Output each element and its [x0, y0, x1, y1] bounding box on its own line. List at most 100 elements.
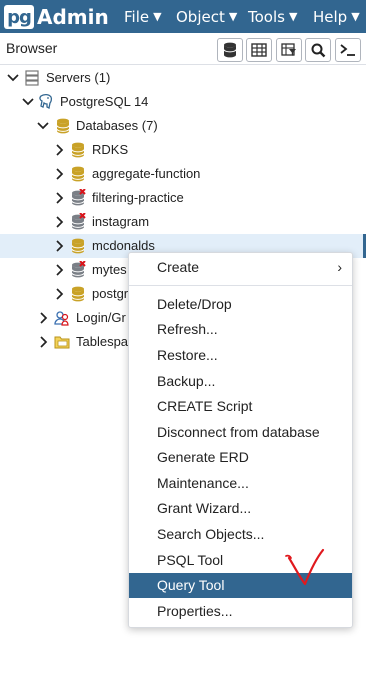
tree-label: RDKS — [92, 142, 129, 157]
filter-table-icon — [281, 43, 296, 56]
database-icon — [71, 238, 85, 254]
chevron-down-icon: ▼ — [288, 10, 298, 23]
menu-item-label: PSQL Tool — [157, 552, 224, 568]
view-data-button[interactable] — [246, 38, 272, 62]
chevron-right-icon[interactable] — [52, 238, 66, 254]
menu-object-label: Object — [176, 7, 225, 26]
menu-object[interactable]: Object ▼ — [176, 0, 237, 33]
database-disconnected-icon — [71, 261, 86, 278]
menu-item-label: Maintenance... — [157, 475, 249, 491]
menu-item-label: Restore... — [157, 347, 218, 363]
table-grid-icon — [251, 43, 267, 57]
menu-item-label: Refresh... — [157, 321, 218, 337]
menu-item-label: Disconnect from database — [157, 424, 320, 440]
psql-tool-button[interactable] — [335, 38, 361, 62]
menu-item-label: Grant Wizard... — [157, 500, 252, 516]
chevron-right-icon[interactable] — [52, 142, 66, 158]
tree-label: aggregate-function — [92, 166, 201, 181]
tree-label: instagram — [92, 214, 150, 229]
chevron-down-icon: ▼ — [228, 10, 238, 23]
chevron-right-icon[interactable] — [36, 310, 50, 326]
tree-label: mytes — [92, 262, 127, 277]
menu-item-disconnect[interactable]: Disconnect from database — [129, 420, 352, 445]
chevron-down-icon: ▼ — [153, 10, 162, 23]
menu-help-label: Help — [313, 7, 348, 26]
query-tool-button[interactable] — [217, 38, 243, 62]
tree-label: filtering-practice — [92, 190, 184, 205]
tree-label: Login/Gr — [76, 310, 126, 325]
menu-help[interactable]: Help ▼ — [313, 0, 360, 33]
search-objects-button[interactable] — [305, 38, 331, 62]
logo-pg-mark: pg — [4, 5, 34, 29]
chevron-right-icon[interactable] — [52, 166, 66, 182]
menu-divider — [129, 285, 352, 286]
menu-item-delete-drop[interactable]: Delete/Drop — [129, 292, 352, 317]
menu-item-search-objects[interactable]: Search Objects... — [129, 522, 352, 547]
chevron-down-icon: ▼ — [351, 10, 360, 23]
tree-item-filtering-practice[interactable]: filtering-practice — [0, 186, 366, 210]
database-disconnected-icon — [71, 213, 86, 230]
chevron-down-icon[interactable] — [21, 94, 35, 110]
tree-item-servers[interactable]: Servers (1) — [0, 66, 366, 90]
search-icon — [311, 43, 325, 57]
menu-file-label: File — [124, 7, 150, 26]
chevron-down-icon[interactable] — [6, 70, 20, 86]
menu-item-label: Query Tool — [157, 577, 225, 593]
tree-label: postgr — [92, 286, 129, 301]
database-icon — [71, 286, 85, 302]
menu-item-maintenance[interactable]: Maintenance... — [129, 471, 352, 496]
databases-icon — [56, 118, 70, 134]
tree-label: Databases (7) — [76, 118, 158, 133]
tree-item-instagram[interactable]: instagram — [0, 210, 366, 234]
tree-label: mcdonalds — [92, 238, 155, 253]
pgadmin-logo[interactable]: pg Admin — [4, 4, 109, 30]
browser-panel-header: Browser — [0, 33, 366, 65]
chevron-right-icon[interactable] — [52, 262, 66, 278]
login-roles-icon — [54, 311, 69, 326]
chevron-right-icon[interactable] — [52, 286, 66, 302]
postgresql-elephant-icon — [39, 93, 53, 109]
tree-item-postgresql-14[interactable]: PostgreSQL 14 — [0, 90, 366, 114]
menu-item-restore[interactable]: Restore... — [129, 343, 352, 368]
menu-item-label: Search Objects... — [157, 526, 265, 542]
menu-item-label: Create — [157, 259, 200, 275]
tree-item-aggregate-function[interactable]: aggregate-function — [0, 162, 366, 186]
database-icon — [223, 42, 237, 58]
terminal-icon — [340, 44, 355, 56]
menu-tools[interactable]: Tools ▼ — [248, 0, 297, 33]
menu-item-properties[interactable]: Properties... — [129, 599, 352, 624]
menu-item-label: CREATE Script — [157, 398, 253, 414]
browser-title: Browser — [6, 40, 58, 56]
database-icon — [71, 166, 85, 182]
hand-drawn-checkmark-icon — [285, 548, 325, 586]
menu-item-label: Delete/Drop — [157, 296, 232, 312]
menu-tools-label: Tools — [248, 7, 285, 26]
menu-item-backup[interactable]: Backup... — [129, 369, 352, 394]
chevron-right-icon: › — [337, 259, 342, 275]
chevron-right-icon[interactable] — [52, 214, 66, 230]
menu-file[interactable]: File ▼ — [124, 0, 162, 33]
top-navbar: pg Admin File ▼ Object ▼ Tools ▼ Help ▼ — [0, 0, 366, 33]
chevron-down-icon[interactable] — [36, 118, 50, 134]
tree-item-databases[interactable]: Databases (7) — [0, 114, 366, 138]
menu-item-generate-erd[interactable]: Generate ERD — [129, 445, 352, 470]
filtered-rows-button[interactable] — [276, 38, 302, 62]
tree-label: PostgreSQL 14 — [60, 94, 149, 109]
menu-item-grant-wizard[interactable]: Grant Wizard... — [129, 496, 352, 521]
menu-item-label: Backup... — [157, 373, 216, 389]
tree-label: Servers (1) — [46, 70, 111, 85]
menu-item-label: Generate ERD — [157, 449, 249, 465]
database-disconnected-icon — [71, 189, 86, 206]
menu-item-label: Properties... — [157, 603, 233, 619]
logo-admin-text: Admin — [37, 5, 109, 29]
database-icon — [71, 142, 85, 158]
servers-icon — [25, 70, 39, 86]
tree-label: Tablespa — [76, 334, 129, 349]
tablespaces-icon — [54, 336, 70, 349]
menu-item-create[interactable]: Create › — [129, 255, 352, 280]
tree-item-rdks[interactable]: RDKS — [0, 138, 366, 162]
chevron-right-icon[interactable] — [36, 334, 50, 350]
chevron-right-icon[interactable] — [52, 190, 66, 206]
menu-item-create-script[interactable]: CREATE Script — [129, 394, 352, 419]
menu-item-refresh[interactable]: Refresh... — [129, 317, 352, 342]
